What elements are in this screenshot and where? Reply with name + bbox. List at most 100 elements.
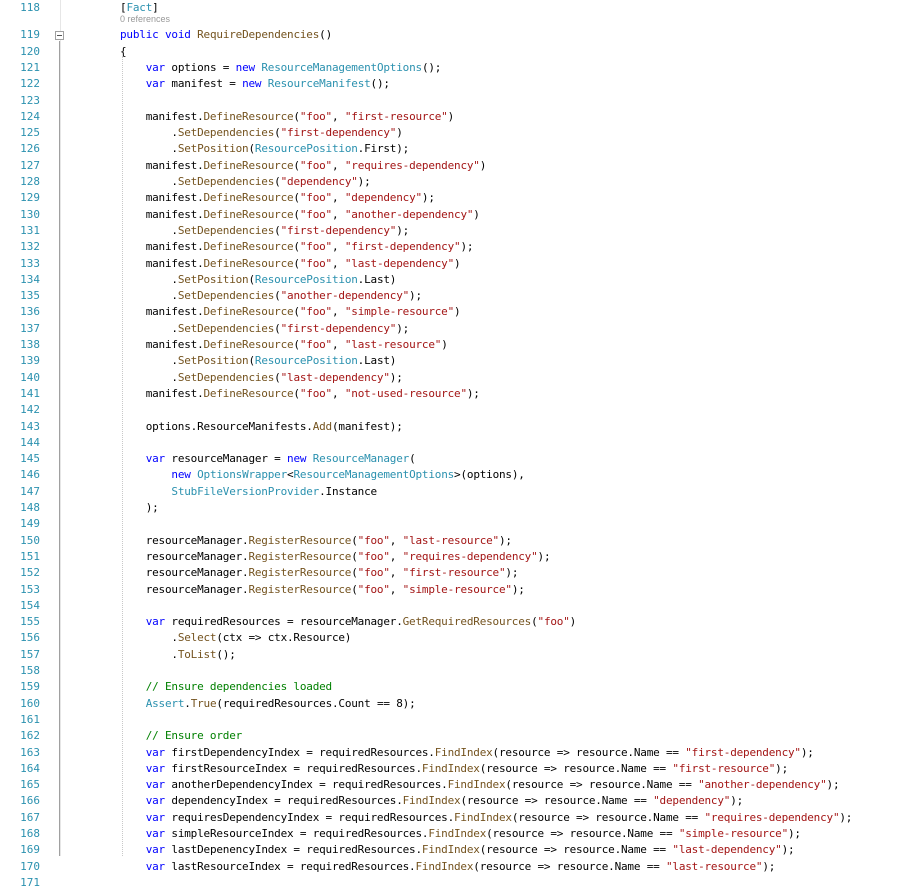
code-text[interactable]: .SetDependencies("first-dependency"); (120, 223, 409, 239)
code-text[interactable]: manifest.DefineResource("foo", "requires… (120, 158, 487, 174)
code-token: ] (152, 1, 159, 14)
code-token: var (145, 77, 165, 91)
line-number: 132 (20, 240, 40, 254)
code-token: ); (466, 386, 480, 400)
code-token: anotherDependencyIndex = requiredResourc… (164, 778, 448, 792)
code-token: . (120, 354, 178, 368)
code-text[interactable]: resourceManager.RegisterResource("foo", … (120, 565, 519, 581)
code-text[interactable]: .SetDependencies("first-dependency"); (120, 321, 409, 337)
code-text[interactable]: // Ensure order (120, 728, 243, 744)
code-token: dependencyIndex = requiredResources. (164, 794, 403, 808)
line-number: 143 (20, 419, 40, 433)
code-text[interactable]: var firstDependencyIndex = requiredResou… (120, 745, 814, 761)
code-text[interactable]: manifest.DefineResource("foo", "last-dep… (120, 256, 461, 272)
line-number: 135 (20, 289, 40, 303)
code-text[interactable]: manifest.DefineResource("foo", "dependen… (120, 190, 435, 206)
code-token: ResourcePosition (254, 142, 358, 156)
code-token: FindIndex (428, 827, 487, 840)
code-token: DefineResource (203, 207, 294, 221)
code-token: . (120, 370, 178, 384)
code-token: "first-resource" (402, 566, 506, 580)
code-line: 125 .SetDependencies("first-dependency") (0, 125, 907, 141)
code-text[interactable]: manifest.DefineResource("foo", "simple-r… (120, 304, 461, 320)
code-token: SetDependencies (177, 175, 275, 188)
code-text[interactable]: StubFileVersionProvider.Instance (120, 484, 377, 500)
code-token: ); (775, 761, 789, 775)
code-token: resourceManager. (120, 533, 249, 547)
code-text[interactable]: .ToList(); (120, 647, 235, 663)
code-text[interactable]: .SetPosition(ResourcePosition.Last) (120, 353, 396, 369)
code-token: . (120, 175, 178, 188)
code-text[interactable]: var simpleResourceIndex = requiredResour… (120, 826, 801, 842)
code-token: new (242, 77, 262, 91)
code-text[interactable]: // Ensure dependencies loaded (120, 679, 332, 695)
code-text[interactable]: manifest.DefineResource("foo", "last-res… (120, 337, 448, 353)
code-token: . (120, 142, 178, 156)
code-token: , (331, 256, 345, 270)
code-text[interactable]: .Select(ctx => ctx.Resource) (120, 630, 351, 646)
code-token: ); (511, 582, 525, 596)
code-text[interactable]: var dependencyIndex = requiredResources.… (120, 793, 744, 809)
code-text[interactable]: ); (120, 500, 159, 516)
code-text[interactable]: options.ResourceManifests.Add(manifest); (120, 419, 403, 435)
code-text[interactable]: manifest.DefineResource("foo", "another-… (120, 207, 480, 223)
code-text[interactable]: .SetPosition(ResourcePosition.Last) (120, 272, 396, 288)
line-number: 152 (20, 566, 40, 580)
code-text[interactable]: resourceManager.RegisterResource("foo", … (120, 582, 525, 598)
references-count[interactable]: 0 references (120, 13, 170, 25)
code-token: DefineResource (203, 191, 294, 205)
code-text[interactable]: resourceManager.RegisterResource("foo", … (120, 533, 512, 549)
code-text[interactable]: var manifest = new ResourceManifest(); (120, 76, 390, 92)
code-text[interactable]: var lastResourceIndex = requiredResource… (120, 859, 776, 875)
code-text[interactable]: .SetDependencies("last-dependency"); (120, 370, 402, 386)
code-text[interactable]: new OptionsWrapper<ResourceManagementOpt… (120, 467, 525, 483)
code-text[interactable]: .SetPosition(ResourcePosition.First); (120, 141, 409, 157)
code-token: "last-dependency" (672, 843, 782, 857)
code-token: FindIndex (454, 810, 512, 824)
code-token: , (331, 386, 345, 400)
code-token: "dependency" (280, 175, 358, 188)
code-token: ); (396, 223, 410, 237)
code-token: .Last) (357, 272, 397, 286)
code-editor[interactable]: 118 [Fact] 0 references 119 public void Requ… (0, 0, 907, 889)
code-text[interactable]: var firstResourceIndex = requiredResourc… (120, 761, 789, 777)
code-token: "another-dependency" (698, 778, 827, 792)
code-text[interactable]: Assert.True(requiredResources.Count == 8… (120, 696, 416, 712)
code-token: "foo" (357, 566, 390, 580)
code-text[interactable]: public void RequireDependencies() (120, 27, 332, 43)
code-text[interactable]: .SetDependencies("first-dependency") (120, 125, 402, 141)
code-line: 128 .SetDependencies("dependency"); (0, 174, 907, 190)
code-token: RegisterResource (248, 533, 352, 547)
codelens-references[interactable]: 0 references (0, 13, 907, 25)
code-line: 159 // Ensure dependencies loaded (0, 679, 907, 695)
line-number: 163 (20, 745, 40, 759)
code-token: "foo" (299, 256, 332, 270)
line-number: 127 (20, 158, 40, 172)
code-text[interactable]: .SetDependencies("dependency"); (120, 174, 370, 190)
code-text[interactable]: manifest.DefineResource("foo", "first-de… (120, 239, 474, 255)
code-token: DefineResource (203, 158, 294, 172)
code-text[interactable]: resourceManager.RegisterResource("foo", … (120, 549, 551, 565)
code-text[interactable]: { (120, 44, 127, 60)
code-line: 150 resourceManager.RegisterResource("fo… (0, 533, 907, 549)
line-number: 124 (20, 109, 40, 123)
code-text[interactable]: manifest.DefineResource("foo", "first-re… (120, 109, 455, 125)
line-number: 131 (20, 223, 40, 237)
code-text[interactable]: var options = new ResourceManagementOpti… (120, 60, 442, 76)
code-text[interactable]: .SetDependencies("another-dependency"); (120, 288, 422, 304)
code-token: resourceManager = (164, 452, 288, 466)
code-text[interactable]: var requiredResources = resourceManager.… (120, 614, 577, 630)
code-token: var (145, 615, 165, 629)
code-token: manifest. (120, 158, 204, 172)
code-token: "foo" (537, 615, 570, 629)
code-text[interactable]: var requiresDependencyIndex = requiredRe… (120, 810, 853, 826)
code-token: resourceManager. (120, 549, 249, 563)
code-text[interactable]: manifest.DefineResource("foo", "not-used… (120, 386, 480, 402)
code-token: Fact (126, 1, 153, 14)
code-text[interactable]: var anotherDependencyIndex = requiredRes… (120, 777, 840, 793)
code-token: RequireDependencies (197, 28, 320, 42)
code-token: GetRequiredResources (402, 615, 532, 629)
code-text[interactable]: var resourceManager = new ResourceManage… (120, 451, 416, 467)
